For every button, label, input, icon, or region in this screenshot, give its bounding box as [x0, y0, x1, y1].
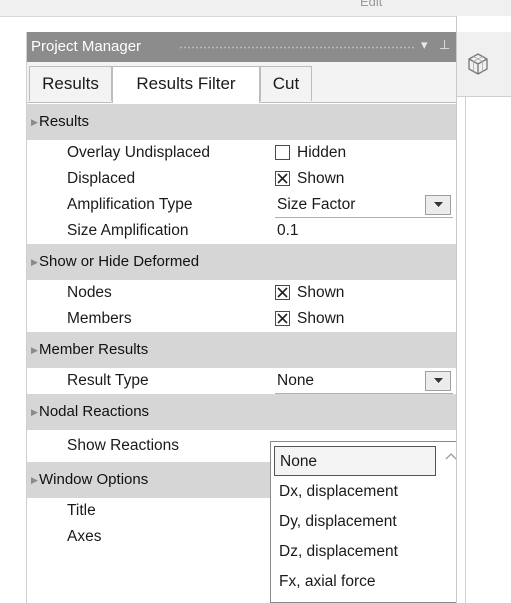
dropdown-button[interactable]: [425, 371, 451, 391]
option-none[interactable]: None: [274, 446, 436, 476]
expand-triangle-icon[interactable]: ▶: [31, 332, 38, 368]
tab-results-filter[interactable]: Results Filter: [112, 66, 260, 103]
row-result-type: Result Type None: [27, 368, 457, 394]
section-member-results[interactable]: ▶ Member Results: [27, 332, 457, 368]
property-name: Members: [67, 310, 132, 327]
amplification-type-select[interactable]: Size Factor: [275, 192, 453, 218]
property-name: Size Amplification: [67, 222, 189, 239]
dropdown-button[interactable]: [425, 195, 451, 215]
cube-view-icon[interactable]: [466, 52, 490, 76]
displaced-checkbox[interactable]: [275, 171, 290, 186]
property-name: Displaced: [67, 170, 136, 187]
option-fx-axial-force[interactable]: Fx, axial force: [279, 567, 375, 597]
chevron-down-icon: [434, 378, 443, 383]
expand-triangle-icon[interactable]: ▶: [31, 244, 38, 280]
row-displaced: Displaced Shown: [27, 166, 457, 192]
check-x-icon: [277, 287, 288, 298]
section-nodal-reactions[interactable]: ▶ Nodal Reactions: [27, 394, 457, 430]
row-members: Members Shown: [27, 306, 457, 332]
tab-results[interactable]: Results: [29, 66, 112, 101]
property-name: Show Reactions: [67, 437, 180, 454]
section-title: Show or Hide Deformed: [39, 253, 200, 270]
section-title: Nodal Reactions: [39, 403, 150, 420]
viewport-area: [456, 16, 511, 603]
row-overlay-undisplaced: Overlay Undisplaced Hidden: [27, 140, 457, 166]
property-value: Shown: [275, 166, 453, 192]
result-type-dropdown-list: None Dx, displacement Dy, displacement D…: [270, 441, 464, 603]
property-name: Overlay Undisplaced: [67, 144, 211, 161]
section-results[interactable]: ▶ Results: [27, 104, 457, 140]
pin-icon[interactable]: ⊥: [439, 37, 450, 53]
checkbox-label: Shown: [297, 170, 345, 187]
check-x-icon: [277, 313, 288, 324]
property-name: Amplification Type: [67, 196, 193, 213]
property-name: Axes: [67, 528, 102, 545]
row-size-amplification: Size Amplification 0.1: [27, 218, 457, 244]
property-name: Title: [67, 502, 96, 519]
input-value: 0.1: [277, 222, 299, 239]
option-dy-displacement[interactable]: Dy, displacement: [279, 507, 397, 537]
section-title: Window Options: [39, 471, 149, 488]
checkbox-label: Shown: [297, 310, 345, 327]
viewport-divider: [465, 96, 466, 603]
size-amplification-input[interactable]: 0.1: [275, 218, 453, 244]
chevron-down-icon: [434, 202, 443, 207]
property-name: Nodes: [67, 284, 112, 301]
tab-bar: Results Results Filter Cut: [27, 62, 457, 103]
row-amplification-type: Amplification Type Size Factor: [27, 192, 457, 218]
expand-triangle-icon[interactable]: ▶: [31, 462, 38, 498]
section-show-hide-deformed[interactable]: ▶ Show or Hide Deformed: [27, 244, 457, 280]
nodes-checkbox[interactable]: [275, 285, 290, 300]
section-title: Member Results: [39, 341, 149, 358]
view-toolbar: [457, 32, 511, 97]
property-value: Shown: [275, 280, 453, 306]
select-value: None: [277, 372, 315, 389]
expand-triangle-icon[interactable]: ▶: [31, 104, 38, 140]
select-value: Size Factor: [277, 196, 356, 213]
option-dz-displacement[interactable]: Dz, displacement: [279, 537, 398, 567]
chevron-down-icon[interactable]: ▾: [421, 37, 428, 53]
result-type-select[interactable]: None: [275, 368, 453, 394]
row-nodes: Nodes Shown: [27, 280, 457, 306]
drag-grip[interactable]: [179, 46, 415, 49]
overlay-undisplaced-checkbox[interactable]: [275, 145, 290, 160]
top-strip: Edit: [0, 0, 511, 17]
property-name: Result Type: [67, 372, 149, 389]
check-x-icon: [277, 173, 288, 184]
edit-label: Edit: [360, 0, 383, 9]
checkbox-label: Hidden: [297, 144, 347, 161]
property-value: Shown: [275, 306, 453, 332]
checkbox-label: Shown: [297, 284, 345, 301]
property-value: Hidden: [275, 140, 453, 166]
panel-title: Project Manager: [31, 38, 142, 55]
tab-cut[interactable]: Cut: [260, 66, 312, 101]
members-checkbox[interactable]: [275, 311, 290, 326]
panel-titlebar: Project Manager ▾ ⊥: [27, 32, 457, 62]
option-dx-displacement[interactable]: Dx, displacement: [279, 477, 398, 507]
section-title: Results: [39, 113, 90, 130]
expand-triangle-icon[interactable]: ▶: [31, 394, 38, 430]
